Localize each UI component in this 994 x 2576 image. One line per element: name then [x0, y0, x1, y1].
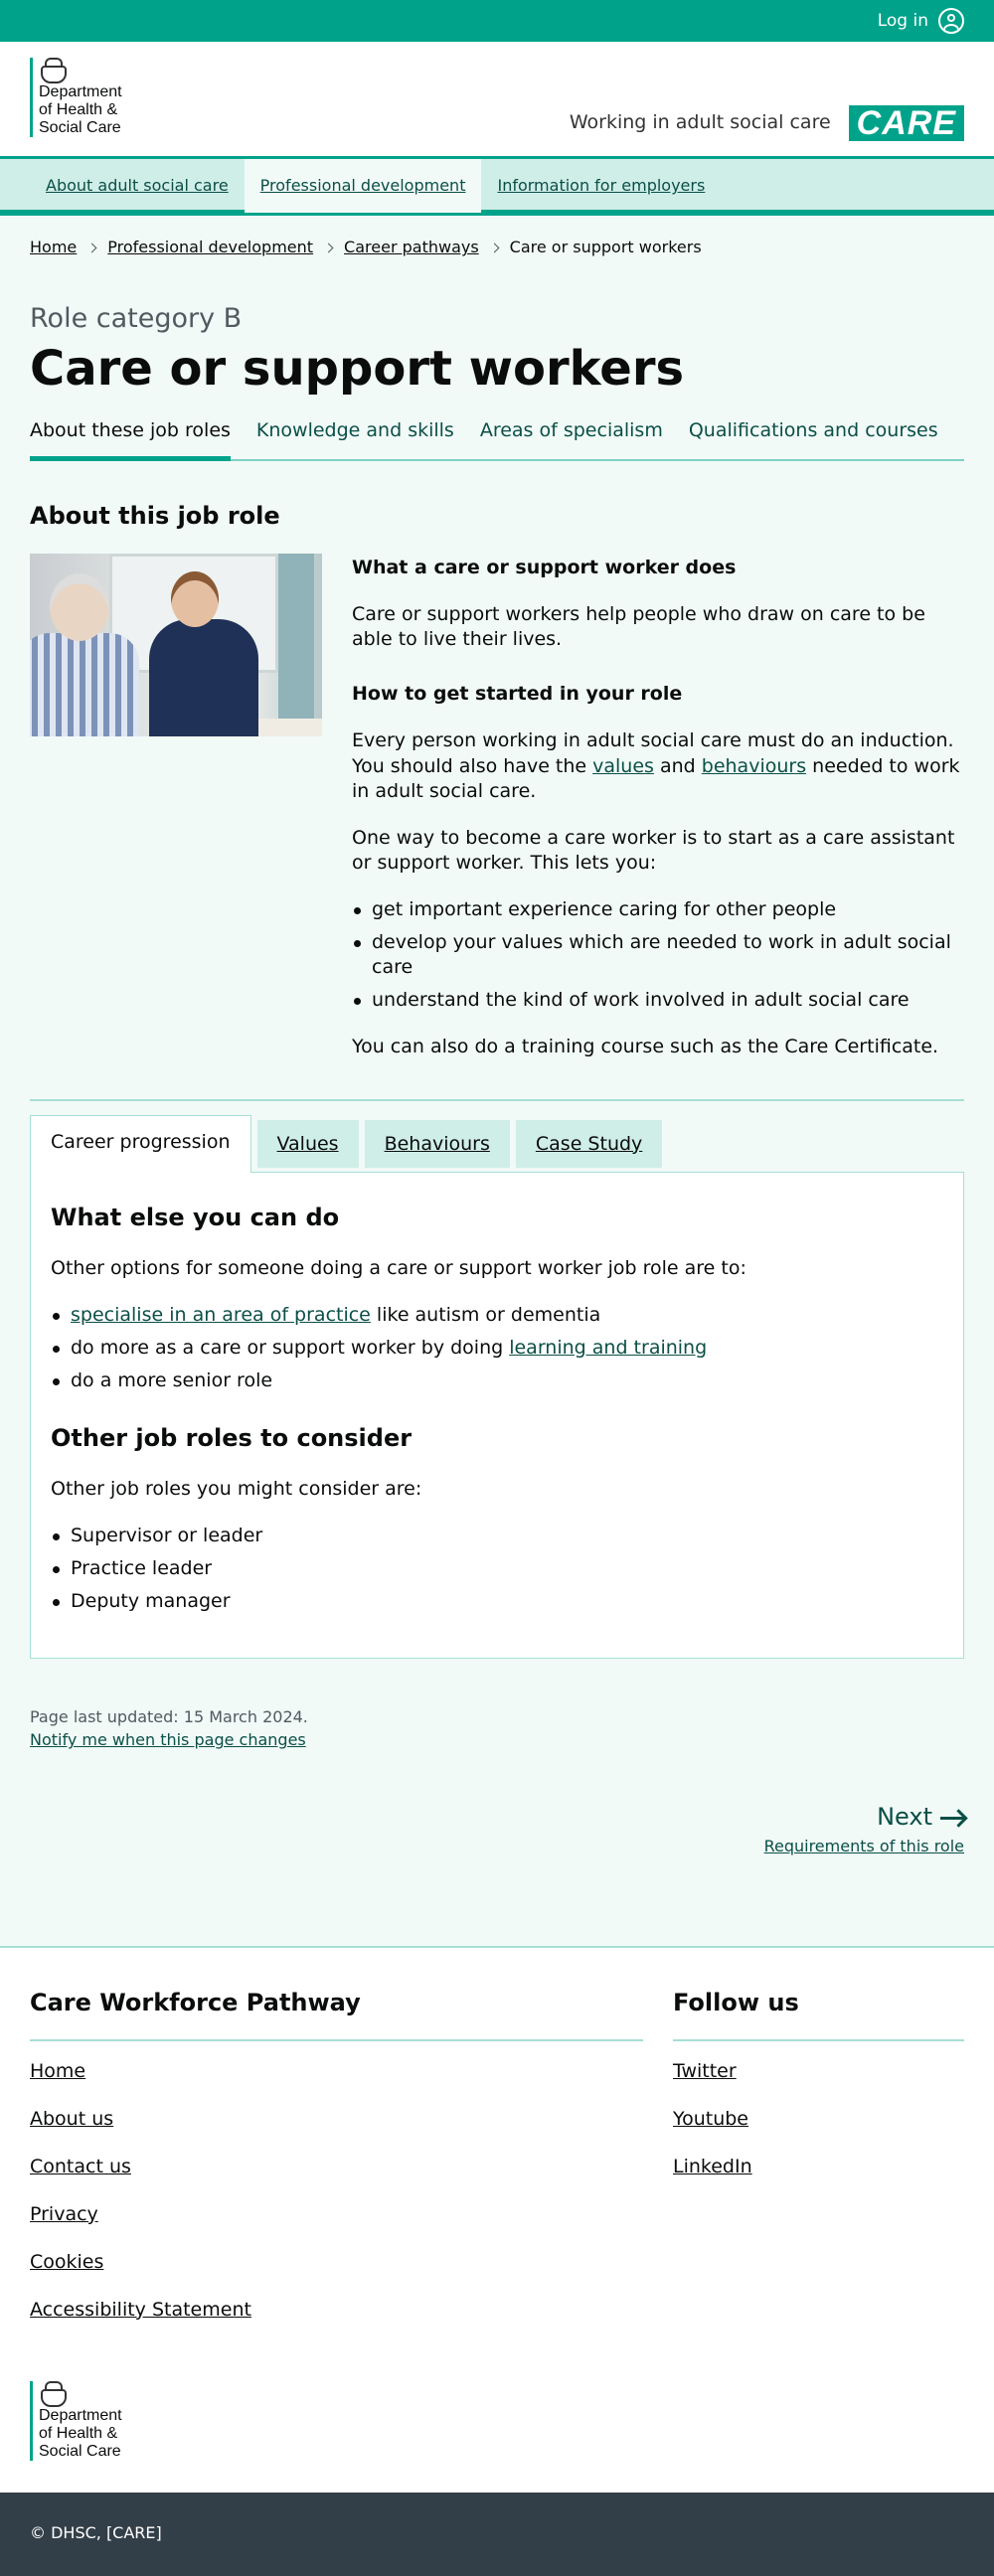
- last-updated: Page last updated: 15 March 2024.: [30, 1707, 308, 1727]
- subnav-qualifications-and-courses[interactable]: Qualifications and courses: [689, 418, 938, 458]
- top-bar: Log in: [0, 0, 994, 42]
- care-logo[interactable]: CARE: [848, 105, 964, 141]
- breadcrumb-home[interactable]: Home: [30, 237, 77, 257]
- tab-values[interactable]: Values: [256, 1120, 359, 1169]
- other-roles-heading: Other job roles to consider: [51, 1424, 413, 1453]
- subnav-knowledge-and-skills[interactable]: Knowledge and skills: [256, 418, 454, 458]
- footer-link-privacy[interactable]: Privacy: [30, 2203, 98, 2225]
- subnav-about-these-job-roles[interactable]: About these job roles: [30, 418, 231, 461]
- chevron-right-icon: [323, 242, 334, 252]
- list-item: understand the kind of work involved in …: [352, 988, 964, 1013]
- site-footer: Care Workforce Pathway Home About us Con…: [0, 1946, 994, 2493]
- tab-case-study[interactable]: Case Study: [515, 1120, 663, 1169]
- footer-link-contact-us[interactable]: Contact us: [30, 2156, 131, 2177]
- footer-link-youtube[interactable]: Youtube: [673, 2108, 748, 2130]
- section-divider: [30, 1099, 964, 1102]
- tab-panel-career-progression: What else you can do Other options for s…: [30, 1172, 964, 1660]
- list-item: develop your values which are needed to …: [352, 930, 964, 980]
- main-nav: About adult social care Professional dev…: [0, 156, 994, 216]
- footer-dhsc-logo[interactable]: Department of Health & Social Care: [30, 2380, 122, 2461]
- list-item: Deputy manager: [51, 1589, 943, 1614]
- behaviours-link[interactable]: behaviours: [702, 755, 806, 777]
- nav-item-professional-development[interactable]: Professional development: [244, 159, 482, 213]
- options-list: specialise in an area of practice like a…: [51, 1303, 943, 1393]
- what-else-heading: What else you can do: [51, 1204, 340, 1232]
- subnav-areas-of-specialism[interactable]: Areas of specialism: [480, 418, 663, 458]
- become-paragraph: One way to become a care worker is to st…: [352, 826, 955, 874]
- dhsc-logo-text: Department of Health & Social Care: [39, 83, 122, 136]
- chevron-right-icon: [489, 242, 500, 252]
- get-started-heading: How to get started in your role: [352, 683, 683, 706]
- options-paragraph: Other options for someone doing a care o…: [51, 1256, 746, 1279]
- list-item: Supervisor or leader: [51, 1524, 943, 1548]
- footer-link-linkedin[interactable]: LinkedIn: [673, 2156, 752, 2177]
- site-header: Department of Health & Social Care Worki…: [0, 42, 994, 156]
- sub-navigation: About these job roles Knowledge and skil…: [30, 418, 964, 461]
- about-heading: About this job role: [30, 501, 280, 530]
- learning-and-training-link[interactable]: learning and training: [509, 1337, 707, 1359]
- footer-main-column: Care Workforce Pathway Home About us Con…: [30, 1988, 643, 2332]
- footer-main-heading: Care Workforce Pathway: [30, 1988, 643, 2041]
- social-links: Twitter Youtube LinkedIn: [673, 2059, 964, 2188]
- tab-list: Career progression Values Behaviours Cas…: [30, 1115, 964, 1174]
- footer-links: Home About us Contact us Privacy Cookies…: [30, 2059, 643, 2332]
- other-roles-paragraph: Other job roles you might consider are:: [51, 1477, 422, 1500]
- tab-behaviours[interactable]: Behaviours: [364, 1120, 510, 1169]
- footer-link-accessibility[interactable]: Accessibility Statement: [30, 2299, 251, 2321]
- about-text: What a care or support worker does Care …: [352, 554, 964, 1059]
- royal-crest-icon: [39, 2380, 67, 2407]
- breadcrumb-current: Care or support workers: [509, 238, 702, 257]
- what-paragraph: Care or support workers help people who …: [352, 603, 925, 651]
- arrow-right-icon: [940, 1816, 964, 1820]
- copyright-bar: © DHSC, [CARE]: [0, 2492, 994, 2576]
- user-icon: [938, 8, 964, 34]
- list-item: do more as a care or support worker by d…: [51, 1336, 943, 1361]
- about-section: What a care or support worker does Care …: [30, 554, 964, 1059]
- next-link[interactable]: Next: [877, 1802, 964, 1834]
- nav-item-about-adult-social-care[interactable]: About adult social care: [30, 159, 245, 213]
- breadcrumb: Home Professional development Career pat…: [30, 216, 964, 261]
- course-paragraph: You can also do a training course such a…: [352, 1036, 939, 1058]
- next-page-title-link[interactable]: Requirements of this role: [30, 1836, 964, 1856]
- breadcrumb-professional-development[interactable]: Professional development: [107, 237, 313, 257]
- list-item: get important experience caring for othe…: [352, 897, 964, 922]
- benefits-list: get important experience caring for othe…: [352, 897, 964, 1013]
- carer-with-older-man-photo: [30, 554, 322, 737]
- tab-career-progression[interactable]: Career progression: [30, 1115, 251, 1174]
- next-label: Next: [877, 1803, 932, 1832]
- breadcrumb-career-pathways[interactable]: Career pathways: [344, 237, 479, 257]
- values-link[interactable]: values: [592, 755, 654, 777]
- page-caption: Role category B: [30, 303, 243, 334]
- what-heading: What a care or support worker does: [352, 557, 737, 579]
- specialise-link[interactable]: specialise in an area of practice: [71, 1304, 371, 1326]
- login-label: Log in: [877, 10, 928, 31]
- footer-social-column: Follow us Twitter Youtube LinkedIn: [673, 1988, 964, 2332]
- footer-dhsc-logo-text: Department of Health & Social Care: [39, 2406, 122, 2460]
- service-name: Working in adult social care: [569, 111, 831, 134]
- page-title: Care or support workers: [30, 340, 685, 397]
- footer-link-home[interactable]: Home: [30, 2060, 85, 2082]
- next-page-nav: Next Requirements of this role: [30, 1802, 964, 1856]
- royal-crest-icon: [39, 58, 67, 83]
- other-roles-list: Supervisor or leader Practice leader Dep…: [51, 1524, 943, 1614]
- list-item: specialise in an area of practice like a…: [51, 1303, 943, 1328]
- induction-paragraph: Every person working in adult social car…: [352, 729, 960, 802]
- footer-follow-heading: Follow us: [673, 1988, 964, 2041]
- nav-item-information-for-employers[interactable]: Information for employers: [481, 159, 721, 213]
- notify-link[interactable]: Notify me when this page changes: [30, 1729, 306, 1750]
- service-branding: Working in adult social care CARE: [570, 105, 964, 141]
- footer-link-twitter[interactable]: Twitter: [673, 2060, 737, 2082]
- dhsc-logo[interactable]: Department of Health & Social Care: [30, 58, 122, 137]
- chevron-right-icon: [86, 242, 97, 252]
- copyright: © DHSC, [CARE]: [30, 2522, 162, 2542]
- list-item: do a more senior role: [51, 1368, 943, 1393]
- list-item: Practice leader: [51, 1556, 943, 1581]
- footer-link-cookies[interactable]: Cookies: [30, 2251, 103, 2273]
- footer-link-about-us[interactable]: About us: [30, 2108, 113, 2130]
- login-link[interactable]: Log in: [878, 8, 964, 34]
